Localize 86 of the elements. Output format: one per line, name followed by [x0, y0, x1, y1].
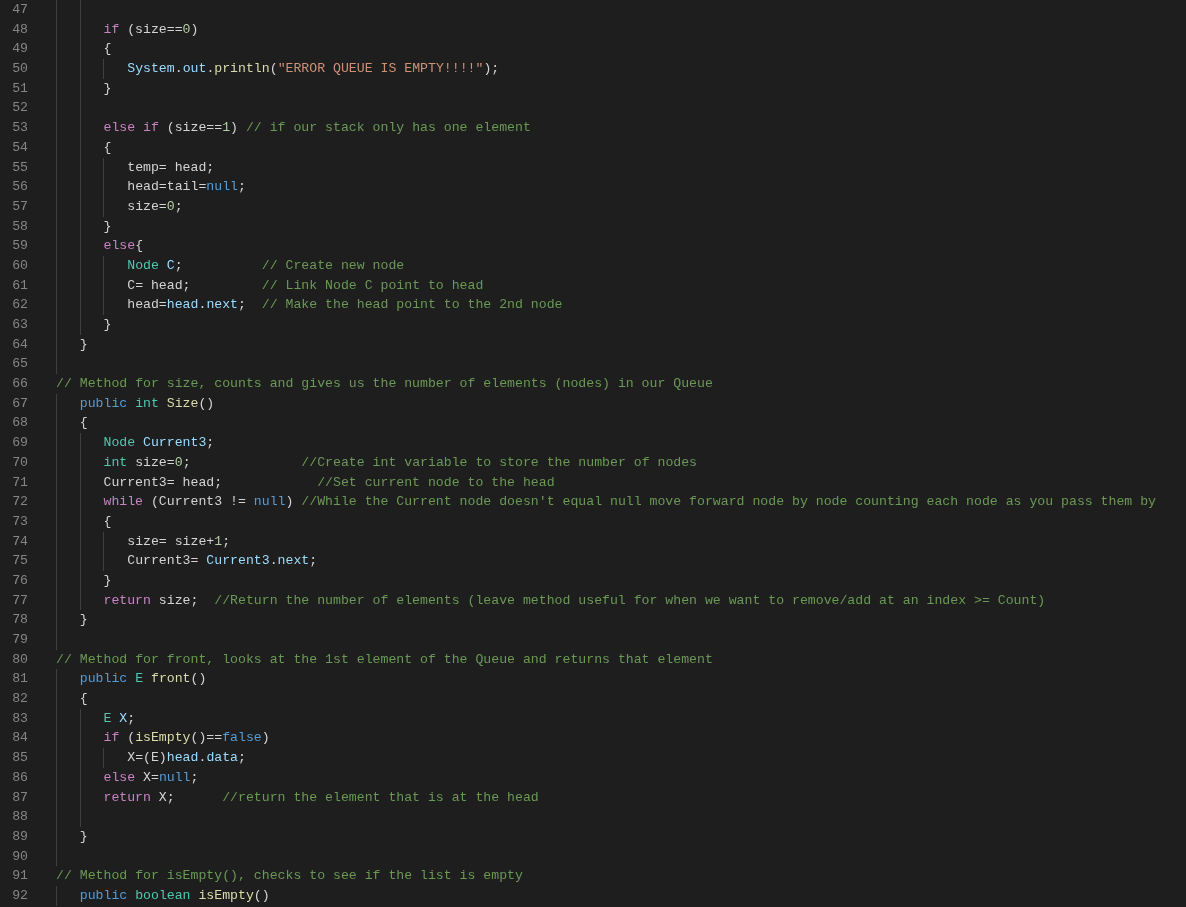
line-number: 92	[11, 886, 28, 905]
code-line: {	[103, 512, 112, 531]
line-number: 69	[11, 434, 28, 453]
code-line: {	[79, 690, 88, 709]
code-line: E X;	[103, 709, 136, 728]
code-line: size=0;	[127, 197, 183, 216]
line-number: 79	[11, 631, 28, 649]
code-line: public E front()	[79, 670, 207, 689]
line-number: 58	[11, 217, 28, 236]
line-number: 78	[11, 611, 28, 630]
code-line: size= size+1;	[127, 532, 231, 551]
line-number: 87	[11, 788, 28, 807]
code-line: {	[103, 138, 112, 157]
line-number: 60	[11, 256, 28, 275]
line-number: 52	[11, 99, 28, 118]
code-line: else if (size==1) // if our stack only has one element	[103, 119, 531, 138]
line-number: 61	[11, 276, 28, 295]
code-line: head=tail=null;	[127, 178, 246, 197]
line-number: 77	[11, 591, 28, 610]
line-number: 70	[11, 453, 28, 472]
code-line: if (size==0)	[103, 20, 199, 39]
line-number: 81	[11, 670, 28, 689]
code-line: return X; //return the element that is at the head	[103, 788, 539, 807]
code-line: {	[79, 414, 88, 433]
code-line: // Method for isEmpty(), checks to see if the list is empty	[56, 867, 523, 886]
line-number: 72	[11, 493, 28, 512]
code-line: else{	[103, 237, 144, 256]
code-line: }	[79, 827, 88, 846]
line-number: 83	[11, 709, 28, 728]
code-line: Current3= head; //Set current node to the head	[103, 473, 555, 492]
line-number: 88	[11, 808, 28, 827]
line-number: 51	[11, 79, 28, 98]
line-number: 67	[11, 394, 28, 413]
code-line: Node Current3;	[103, 434, 215, 453]
code-line: int size=0; //Create int variable to store the number of nodes	[103, 453, 698, 472]
line-number: 56	[11, 178, 28, 197]
code-line: }	[79, 611, 88, 630]
line-number: 68	[11, 414, 28, 433]
line-number: 80	[11, 650, 28, 669]
code-line: public boolean isEmpty()	[79, 886, 270, 905]
code-line: System.out.println("ERROR QUEUE IS EMPTY!!!!");	[127, 60, 500, 79]
code-line: // Method for size, counts and gives us the number of elements (nodes) in our Queue	[56, 375, 713, 394]
line-number: 89	[11, 827, 28, 846]
code-line: if (isEmpty()==false)	[103, 729, 270, 748]
code-line: {	[103, 40, 112, 59]
line-number: 55	[11, 158, 28, 177]
line-number: 71	[11, 473, 28, 492]
code-line: // Method for front, looks at the 1st element of the Queue and returns that element	[56, 650, 713, 669]
line-number: 48	[11, 20, 28, 39]
line-number: 62	[11, 296, 28, 315]
line-number: 85	[11, 749, 28, 768]
line-number: 91	[11, 867, 28, 886]
code-line: }	[79, 335, 88, 354]
line-number: 82	[11, 690, 28, 709]
code-line: }	[103, 316, 112, 334]
line-number: 65	[11, 355, 28, 374]
line-number: 74	[11, 532, 28, 551]
line-number: 59	[11, 237, 28, 256]
line-number: 75	[11, 552, 28, 571]
line-number: 54	[11, 138, 28, 157]
line-number: 73	[11, 512, 28, 531]
line-number: 63	[11, 316, 28, 334]
code-line: public int Size()	[79, 394, 215, 413]
code-line: Node C; // Create new node	[127, 256, 405, 275]
line-number: 84	[11, 729, 28, 748]
line-number: 66	[11, 375, 28, 394]
code-line: Current3= Current3.next;	[127, 552, 318, 571]
code-line: }	[103, 571, 112, 590]
line-number: 64	[11, 335, 28, 354]
code-line: head=head.next; // Make the head point to the 2nd node	[127, 296, 563, 315]
code-line: C= head; // Link Node C point to head	[127, 276, 484, 295]
code-line: temp= head;	[127, 158, 215, 177]
line-number: 53	[11, 119, 28, 138]
code-line: else X=null;	[103, 768, 199, 787]
line-number: 90	[11, 847, 28, 866]
line-number: 76	[11, 571, 28, 590]
line-number: 57	[11, 197, 28, 216]
code-line: }	[103, 217, 112, 236]
code-line: X=(E)head.data;	[127, 749, 246, 768]
line-number: 86	[11, 768, 28, 787]
line-number: 47	[11, 1, 28, 19]
line-number: 49	[11, 40, 28, 59]
line-number: 50	[11, 60, 28, 79]
code-line: }	[103, 79, 112, 98]
code-line: while (Current3 != null) //While the Current node doesn't equal null move forward node by node counting each node as you pass them by	[103, 493, 1157, 512]
code-line: return size; //Return the number of elements (leave method useful for when we want to remove/add at an index >= Count)	[103, 591, 1046, 610]
